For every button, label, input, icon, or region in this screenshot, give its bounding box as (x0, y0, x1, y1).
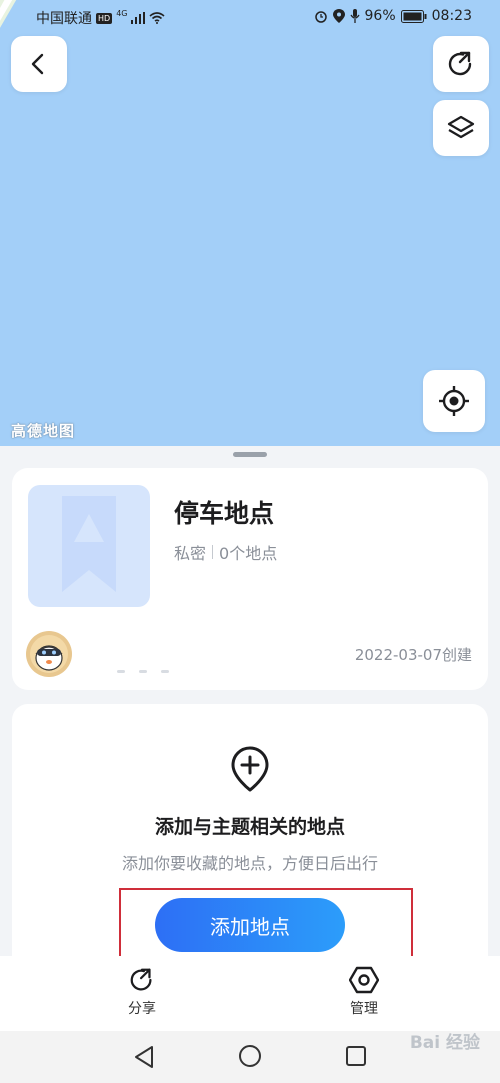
bookmark-icon (62, 496, 116, 592)
hd-badge: HD (96, 12, 113, 24)
nav-back-icon[interactable] (133, 1045, 155, 1069)
share-tab[interactable]: 分享 (102, 966, 182, 1018)
location-icon (332, 9, 345, 23)
share-icon (448, 51, 472, 76)
wifi-icon (149, 12, 166, 24)
carrier-label: 中国联通 (36, 11, 92, 27)
favorite-title: 停车地点 (174, 499, 275, 528)
network-label: 4G (116, 8, 128, 18)
back-button[interactable] (11, 36, 67, 92)
battery-percent: 96% (364, 8, 396, 24)
layers-button[interactable] (433, 100, 489, 156)
status-bar: 中国联通 HD 4G 96% 08:23 (0, 0, 500, 34)
manage-tab[interactable]: 管理 (324, 966, 404, 1018)
bottom-action-bar: 分享 管理 (0, 956, 500, 1031)
sheet-drag-handle[interactable] (233, 452, 267, 457)
clock: 08:23 (431, 8, 472, 24)
share-button[interactable] (433, 36, 489, 92)
favorite-info-card: 停车地点 私密 0个地点 2022-03-07创建 (12, 468, 488, 690)
layers-icon (447, 115, 475, 139)
share-tab-label: 分享 (128, 1001, 156, 1017)
meta-divider (212, 545, 214, 559)
manage-tab-label: 管理 (350, 1001, 378, 1017)
place-count: 0个地点 (219, 544, 278, 563)
visibility-label: 私密 (174, 544, 207, 563)
watermark: Bai 经验 (409, 1033, 480, 1053)
penguin-avatar-icon (30, 635, 68, 673)
signal-icon (131, 12, 146, 24)
alarm-icon (314, 11, 327, 23)
nav-home-icon[interactable] (238, 1044, 262, 1068)
bottom-sheet: 停车地点 私密 0个地点 2022-03-07创建 添加与主题相关的地点 添加你… (0, 446, 500, 984)
locate-button[interactable] (423, 370, 485, 432)
favorite-cover (28, 485, 150, 607)
map-logo: 高德地图 (11, 422, 76, 440)
microphone-icon (349, 9, 360, 23)
locate-icon (439, 386, 469, 416)
empty-state-subtitle: 添加你要收藏的地点，方便日后出行 (121, 854, 378, 873)
created-date: 2022-03-07创建 (354, 646, 472, 664)
add-place-button[interactable]: 添加地点 (155, 898, 345, 952)
battery-icon (400, 9, 427, 23)
nav-recents-icon[interactable] (345, 1045, 367, 1067)
avatar[interactable] (26, 631, 72, 677)
hexagon-settings-icon (349, 966, 379, 994)
chevron-left-icon (31, 53, 44, 75)
share-icon (130, 968, 152, 991)
favorite-meta: 私密 0个地点 (174, 540, 277, 564)
blurred-username (117, 658, 187, 673)
empty-state-card: 添加与主题相关的地点 添加你要收藏的地点，方便日后出行 添加地点 (12, 704, 488, 984)
add-location-icon (231, 746, 269, 792)
empty-state-title: 添加与主题相关的地点 (154, 816, 345, 838)
